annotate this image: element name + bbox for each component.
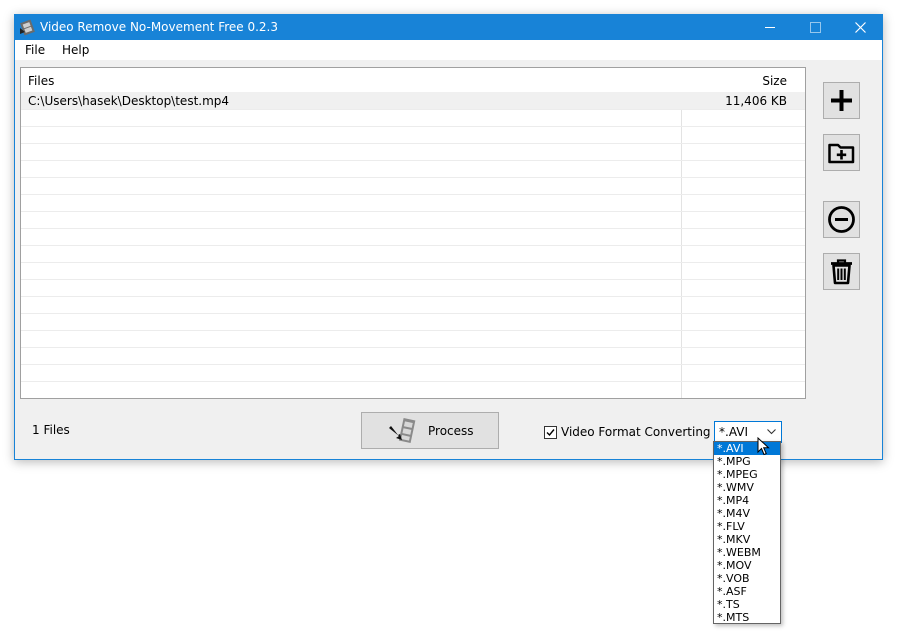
- list-rows: C:\Users\hasek\Desktop\test.mp4 11,406 K…: [21, 92, 805, 382]
- empty-row: [21, 178, 805, 195]
- empty-row: [21, 195, 805, 212]
- format-option-avi[interactable]: *.AVI: [714, 442, 780, 455]
- format-option-mts[interactable]: *.MTS: [714, 611, 780, 624]
- format-select-value: *.AVI: [719, 425, 749, 439]
- format-option-flv[interactable]: *.FLV: [714, 520, 780, 533]
- minus-circle-icon: [828, 206, 855, 233]
- app-film-icon: [19, 19, 36, 36]
- minimize-button[interactable]: [748, 15, 793, 40]
- window-title: Video Remove No-Movement Free 0.2.3: [40, 20, 279, 34]
- empty-row: [21, 229, 805, 246]
- empty-row: [21, 314, 805, 331]
- list-header: Files Size: [21, 68, 805, 92]
- video-format-converting-label[interactable]: Video Format Converting: [561, 425, 711, 439]
- film-arrow-icon: [389, 418, 416, 444]
- clear-list-button[interactable]: [823, 253, 860, 290]
- maximize-icon: [810, 22, 821, 33]
- format-option-mov[interactable]: *.MOV: [714, 559, 780, 572]
- empty-row: [21, 212, 805, 229]
- remove-file-button[interactable]: [823, 201, 860, 238]
- empty-row: [21, 144, 805, 161]
- format-option-mpg[interactable]: *.MPG: [714, 455, 780, 468]
- format-option-mp4[interactable]: *.MP4: [714, 494, 780, 507]
- format-option-webm[interactable]: *.WEBM: [714, 546, 780, 559]
- empty-row: [21, 365, 805, 382]
- title-bar[interactable]: Video Remove No-Movement Free 0.2.3: [15, 15, 882, 40]
- table-row[interactable]: C:\Users\hasek\Desktop\test.mp4 11,406 K…: [21, 92, 805, 110]
- add-file-button[interactable]: [823, 82, 860, 119]
- empty-row: [21, 110, 805, 127]
- add-folder-icon: [828, 143, 855, 164]
- format-option-ts[interactable]: *.TS: [714, 598, 780, 611]
- format-option-m4v[interactable]: *.M4V: [714, 507, 780, 520]
- empty-row: [21, 297, 805, 314]
- checkmark-icon: [546, 429, 555, 437]
- empty-row: [21, 246, 805, 263]
- mouse-cursor-icon: [757, 437, 770, 456]
- plus-icon: [831, 90, 852, 111]
- menu-help[interactable]: Help: [62, 43, 89, 57]
- format-option-mkv[interactable]: *.MKV: [714, 533, 780, 546]
- format-option-mpeg[interactable]: *.MPEG: [714, 468, 780, 481]
- process-button-label: Process: [428, 424, 474, 438]
- format-option-wmv[interactable]: *.WMV: [714, 481, 780, 494]
- format-dropdown-list: *.AVI *.MPG *.MPEG *.WMV *.MP4 *.M4V *.F…: [713, 441, 781, 624]
- empty-row: [21, 280, 805, 297]
- file-count-label: 1 Files: [32, 423, 70, 437]
- empty-row: [21, 161, 805, 178]
- file-size-cell: 11,406 KB: [725, 94, 787, 108]
- format-option-vob[interactable]: *.VOB: [714, 572, 780, 585]
- empty-row: [21, 263, 805, 280]
- trash-icon: [831, 259, 852, 285]
- add-folder-button[interactable]: [823, 134, 860, 171]
- video-format-converting-checkbox[interactable]: [544, 426, 557, 439]
- format-select[interactable]: *.AVI: [714, 421, 782, 443]
- minimize-icon: [765, 27, 775, 28]
- empty-row: [21, 127, 805, 144]
- empty-row: [21, 331, 805, 348]
- format-option-asf[interactable]: *.ASF: [714, 585, 780, 598]
- file-path-cell: C:\Users\hasek\Desktop\test.mp4: [28, 94, 230, 108]
- menu-bar: File Help: [15, 40, 882, 60]
- process-button[interactable]: Process: [361, 412, 499, 449]
- empty-row: [21, 348, 805, 365]
- close-icon: [855, 22, 866, 33]
- file-list[interactable]: Files Size C:\Users\hasek\Desktop\test.m…: [20, 67, 806, 399]
- column-header-size[interactable]: Size: [762, 74, 787, 88]
- chevron-down-icon: [767, 429, 776, 435]
- close-button[interactable]: [838, 15, 883, 40]
- column-header-files[interactable]: Files: [28, 74, 54, 88]
- menu-file[interactable]: File: [25, 43, 45, 57]
- maximize-button[interactable]: [793, 15, 838, 40]
- app-window: Video Remove No-Movement Free 0.2.3 File…: [14, 14, 883, 460]
